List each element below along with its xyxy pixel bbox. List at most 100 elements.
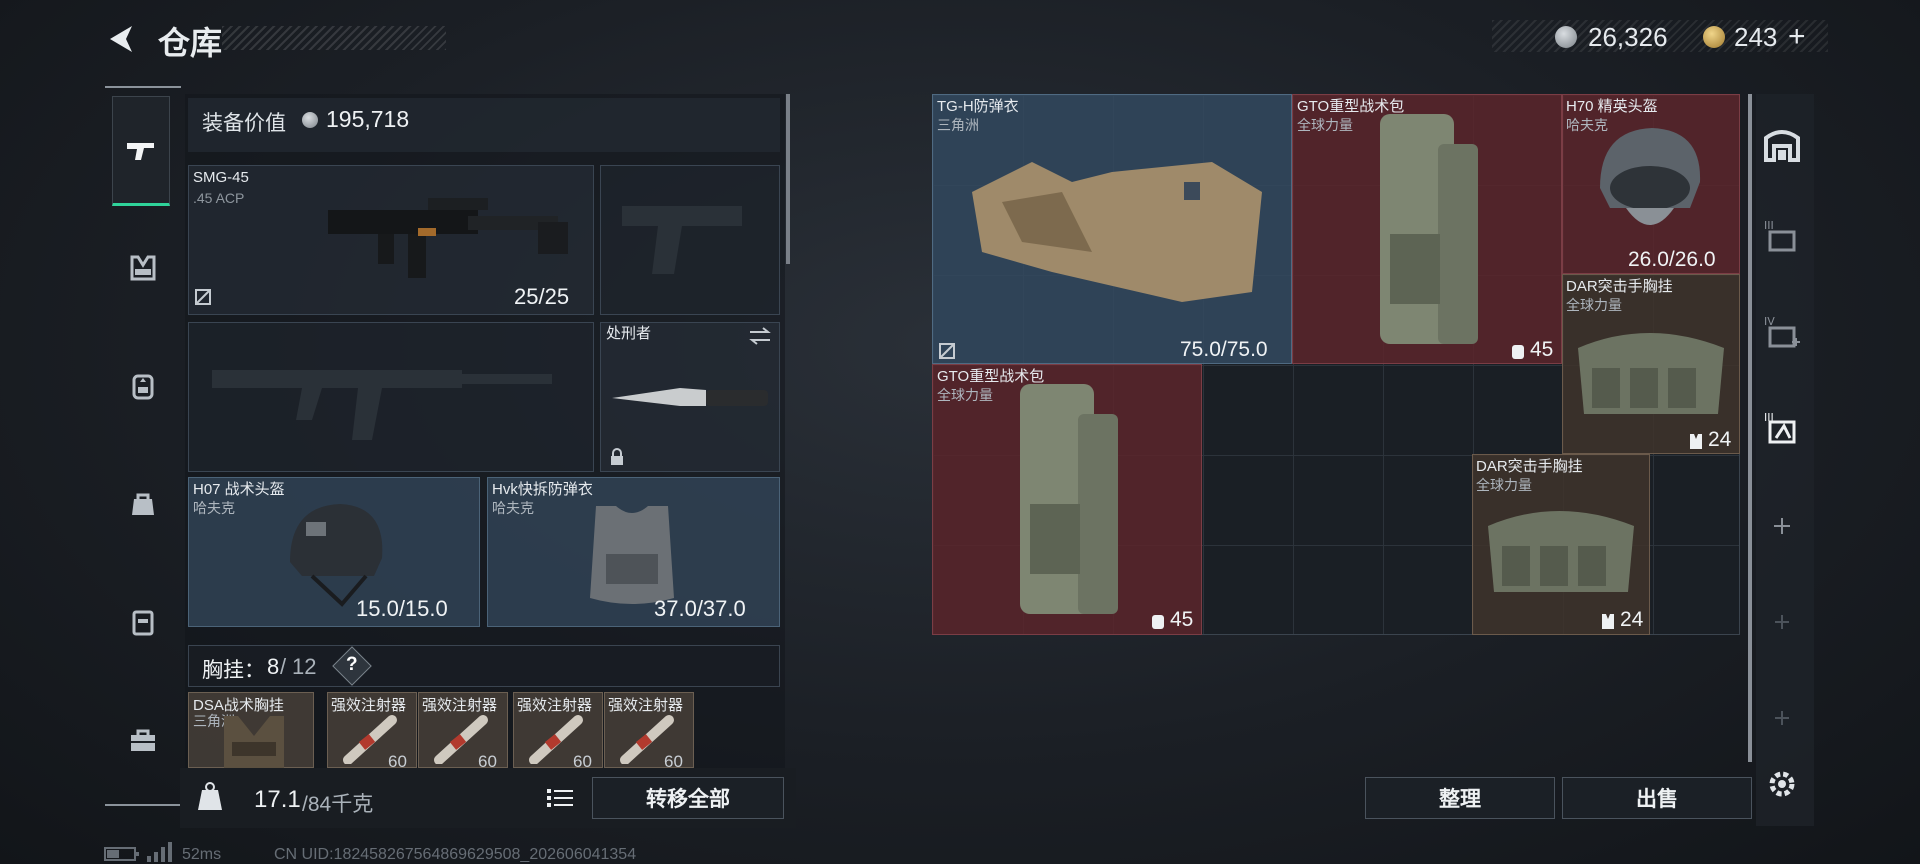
injector-name-4: 强效注射器: [608, 697, 684, 714]
armor-durability: 37.0/37.0: [654, 596, 746, 621]
svg-text:III: III: [1764, 219, 1774, 232]
loadout-scrollbar[interactable]: [786, 94, 790, 264]
weight-icon: [198, 782, 222, 810]
item-name: H70 精英头盔: [1566, 98, 1658, 115]
storage-tier-4-icon: IV: [1764, 315, 1800, 348]
storage-tab-selected[interactable]: III: [1758, 396, 1806, 460]
item-name: DAR突击手胸挂: [1566, 278, 1673, 295]
help-icon-label: ?: [346, 654, 358, 675]
item-value: 24: [1620, 608, 1644, 631]
lock-icon: [611, 448, 623, 465]
swap-icon[interactable]: [748, 326, 772, 346]
gear-icon: [1769, 771, 1795, 797]
add-storage-tab-1[interactable]: [1758, 494, 1806, 558]
weight-current: 17.1: [254, 786, 301, 813]
warehouse-icon: [1764, 130, 1800, 162]
settings-button[interactable]: [1758, 752, 1806, 816]
item-name: TG-H防弹衣: [937, 98, 1019, 115]
title-decoration: [222, 26, 446, 50]
tab-backpacks[interactable]: [105, 346, 181, 426]
battery-icon: [104, 847, 139, 861]
plus-icon: [1775, 615, 1789, 629]
helmet-name: H07 战术头盔: [193, 481, 285, 498]
weapon-ammo: .45 ACP: [193, 190, 245, 206]
injector-name-1: 强效注射器: [331, 697, 407, 714]
helmet-durability: 15.0/15.0: [356, 596, 448, 621]
list-view-button[interactable]: [542, 782, 578, 814]
container-icon: [132, 610, 154, 636]
plus-icon: [1774, 518, 1790, 534]
tab-rigs[interactable]: [105, 228, 181, 308]
backpack-icon: [132, 374, 154, 400]
equip-value-label: 装备价值: [202, 112, 286, 135]
plus-icon: [1775, 711, 1789, 725]
toolbox-icon: [131, 729, 155, 751]
item-maker: 全球力量: [1297, 117, 1353, 133]
item-value: 75.0/75.0: [1180, 338, 1268, 361]
storage-scrollbar[interactable]: [1748, 94, 1752, 762]
storage-tab-main[interactable]: [1758, 112, 1806, 176]
transfer-all-button[interactable]: 转移全部: [592, 777, 784, 819]
chest-rig-image: [1488, 511, 1634, 592]
chest-rig-image: [1578, 333, 1724, 414]
backpack-image: [1020, 384, 1118, 614]
backpack-capacity-icon: [1152, 615, 1164, 629]
item-value: 24: [1708, 428, 1732, 451]
signal-icon: [147, 842, 172, 862]
rig-capacity-icon: [1690, 434, 1702, 449]
tab-active-border: [105, 86, 181, 88]
silver-coin-icon: [302, 112, 318, 128]
injector-name-3: 强效注射器: [517, 697, 593, 714]
armor-vest-image: [590, 506, 674, 604]
chest-rig-used: 8: [267, 654, 280, 679]
silver-coin-icon: [1555, 26, 1577, 48]
backpack-capacity-icon: [1512, 345, 1524, 359]
helmet-image: [1600, 128, 1701, 225]
no-insurance-icon: [939, 343, 955, 359]
armor-name: Hvk快拆防弹衣: [492, 481, 593, 498]
tab-bottom-line: [105, 804, 181, 806]
back-arrow-icon[interactable]: [104, 22, 138, 56]
sort-button[interactable]: 整理: [1365, 777, 1555, 819]
add-storage-tab-3[interactable]: [1758, 686, 1806, 750]
bag-icon: [132, 493, 154, 515]
list-icon: [547, 789, 573, 807]
storage-tier-3-icon: III: [1764, 219, 1796, 252]
smg-image: [328, 198, 568, 278]
item-maker: 全球力量: [937, 387, 993, 403]
helmet-maker: 哈夫克: [193, 500, 235, 516]
item-value: 45: [1170, 608, 1194, 631]
tab-containers[interactable]: [105, 582, 181, 662]
svg-text:IV: IV: [1764, 315, 1775, 328]
tab-toolbox[interactable]: [105, 700, 181, 780]
rig-image: [224, 716, 284, 768]
item-value: 45: [1530, 338, 1554, 361]
page-title: 仓库: [158, 25, 223, 61]
item-maker: 三角洲: [937, 117, 979, 133]
helmet-image: [290, 504, 383, 607]
weight-max: /84千克: [302, 793, 374, 816]
chest-rig-sep: /: [280, 654, 287, 679]
add-gold-button[interactable]: +: [1788, 20, 1806, 54]
gold-amount: 243: [1734, 22, 1778, 52]
armor-vest-image: [972, 162, 1262, 302]
item-maker: 全球力量: [1476, 477, 1532, 493]
sell-button[interactable]: 出售: [1562, 777, 1752, 819]
no-insurance-icon: [195, 289, 211, 305]
weapon-durability: 25/25: [514, 284, 570, 309]
item-name: DAR突击手胸挂: [1476, 458, 1583, 475]
backpack-image: [1380, 114, 1478, 344]
knife-image: [612, 388, 768, 406]
add-storage-tab-2[interactable]: [1758, 590, 1806, 654]
equip-value-amount: 195,718: [326, 106, 410, 132]
tab-weapons[interactable]: [112, 96, 170, 206]
chest-rig-icon: [130, 255, 156, 281]
chest-rig-label: 胸挂：: [202, 659, 265, 682]
weapon-name: SMG-45: [193, 169, 249, 186]
storage-tab-3[interactable]: III: [1758, 204, 1806, 268]
item-value: 26.0/26.0: [1628, 248, 1716, 271]
tab-bags[interactable]: [105, 464, 181, 544]
storage-tab-4[interactable]: IV: [1758, 300, 1806, 364]
uid-text: CN UID:182458267564869629508_20260604135…: [274, 846, 637, 863]
armor-maker: 哈夫克: [492, 500, 534, 516]
